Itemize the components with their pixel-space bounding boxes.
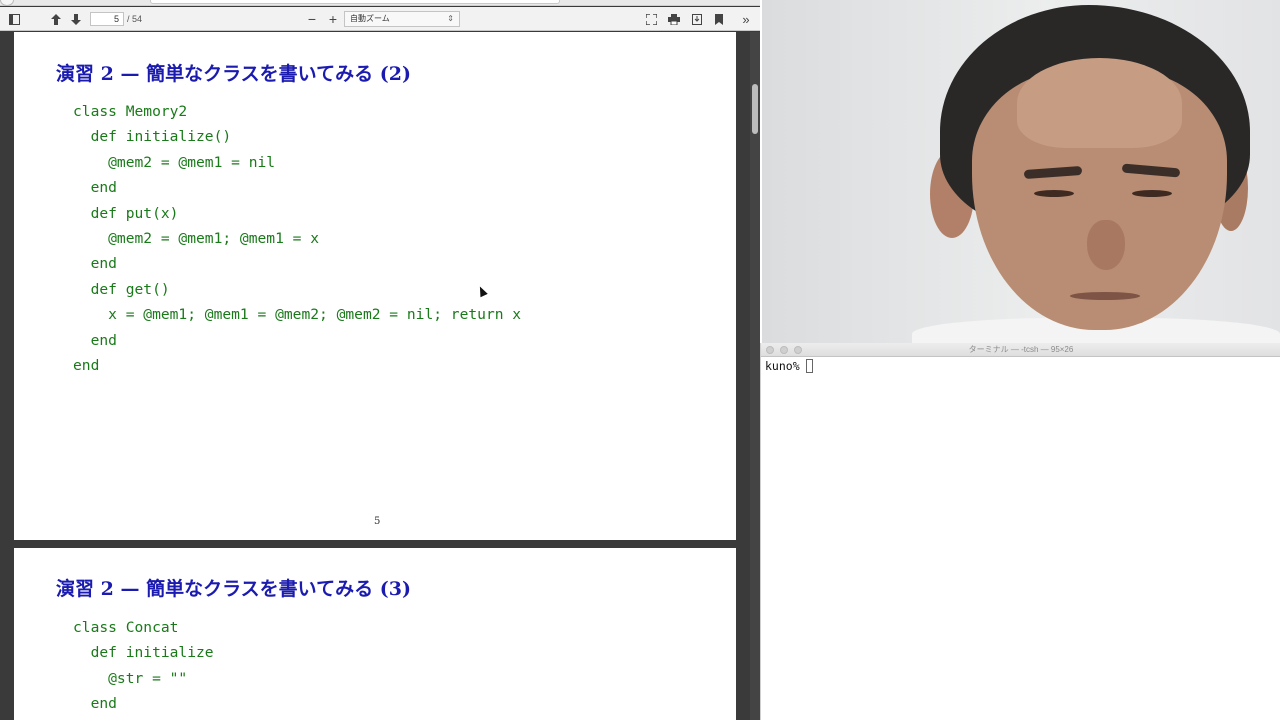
code-line: end <box>73 179 117 197</box>
download-icon[interactable] <box>689 10 705 28</box>
slide-title: 演習 2 — 簡単なクラスを書いてみる (3) <box>56 578 411 600</box>
terminal-titlebar[interactable]: ターミナル — -tcsh — 95×26 <box>761 343 1280 357</box>
select-arrows-icon: ⇕ <box>447 14 454 23</box>
zoom-out-icon[interactable]: − <box>305 10 319 28</box>
sidebar-toggle-icon[interactable] <box>6 10 22 28</box>
presenter-eye <box>1034 190 1074 197</box>
code-line: def initialize() <box>73 128 232 146</box>
browser-url-bar[interactable] <box>150 0 560 4</box>
arrow-up-icon[interactable] <box>48 10 64 28</box>
arrow-down-icon[interactable] <box>68 10 84 28</box>
code-line: def initialize <box>73 644 214 662</box>
code-line: @mem2 = @mem1 = nil <box>73 153 276 171</box>
presenter-forehead <box>1017 58 1182 148</box>
code-line: x = @mem1; @mem1 = @mem2; @mem2 = nil; r… <box>73 306 522 324</box>
presenter-nose <box>1087 220 1125 270</box>
code-block: class Concat def initialize @str = "" en… <box>73 615 214 717</box>
page-count: / 54 <box>127 14 143 24</box>
print-icon[interactable] <box>666 10 682 28</box>
scrollbar-thumb[interactable] <box>752 84 758 134</box>
more-tools-icon[interactable]: » <box>738 10 754 28</box>
bookmark-icon[interactable] <box>711 10 727 28</box>
terminal-content[interactable]: kuno% <box>765 359 813 373</box>
webcam-feed <box>762 0 1280 343</box>
zoom-select[interactable]: 自動ズーム ⇕ <box>344 11 460 27</box>
terminal-window[interactable]: ターミナル — -tcsh — 95×26 kuno% <box>760 343 1280 720</box>
text-cursor <box>805 359 813 373</box>
zoom-in-icon[interactable]: + <box>326 10 340 28</box>
code-line: @str = "" <box>73 669 188 687</box>
page-number-label: 5 <box>374 516 381 527</box>
slide-title: 演習 2 — 簡単なクラスを書いてみる (2) <box>56 63 411 85</box>
code-line: def get() <box>73 280 170 298</box>
scrollbar[interactable] <box>750 32 760 720</box>
code-line: def put(x) <box>73 204 179 222</box>
terminal-title: ターミナル — -tcsh — 95×26 <box>968 345 1074 354</box>
fullscreen-icon[interactable] <box>643 10 659 28</box>
code-line: class Concat <box>73 619 179 636</box>
shell-prompt: kuno% <box>765 359 800 373</box>
code-line: class Memory2 <box>73 103 188 120</box>
presenter-mouth <box>1070 292 1140 300</box>
pdf-page: 演習 2 — 簡単なクラスを書いてみる (3) class Concat def… <box>14 548 736 720</box>
zoom-select-label: 自動ズーム <box>350 14 390 23</box>
code-line: @mem2 = @mem1; @mem1 = x <box>73 229 320 247</box>
code-line: end <box>73 331 117 349</box>
browser-top-strip <box>0 0 760 6</box>
page-number-input[interactable]: 5 <box>90 12 124 26</box>
pdf-toolbar: 5 / 54 − + 自動ズーム ⇕ » <box>0 7 760 31</box>
code-line: end <box>73 255 117 273</box>
browser-button[interactable] <box>0 0 14 6</box>
presenter-eye <box>1132 190 1172 197</box>
code-block: class Memory2 def initialize() @mem2 = @… <box>73 99 521 378</box>
pdf-page: 演習 2 — 簡単なクラスを書いてみる (2) class Memory2 de… <box>14 32 736 540</box>
code-line: end <box>73 356 100 374</box>
code-line: end <box>73 695 117 713</box>
pdf-viewer: 5 / 54 − + 自動ズーム ⇕ » 演習 2 — 簡単なクラスを書いてみる… <box>0 0 760 720</box>
